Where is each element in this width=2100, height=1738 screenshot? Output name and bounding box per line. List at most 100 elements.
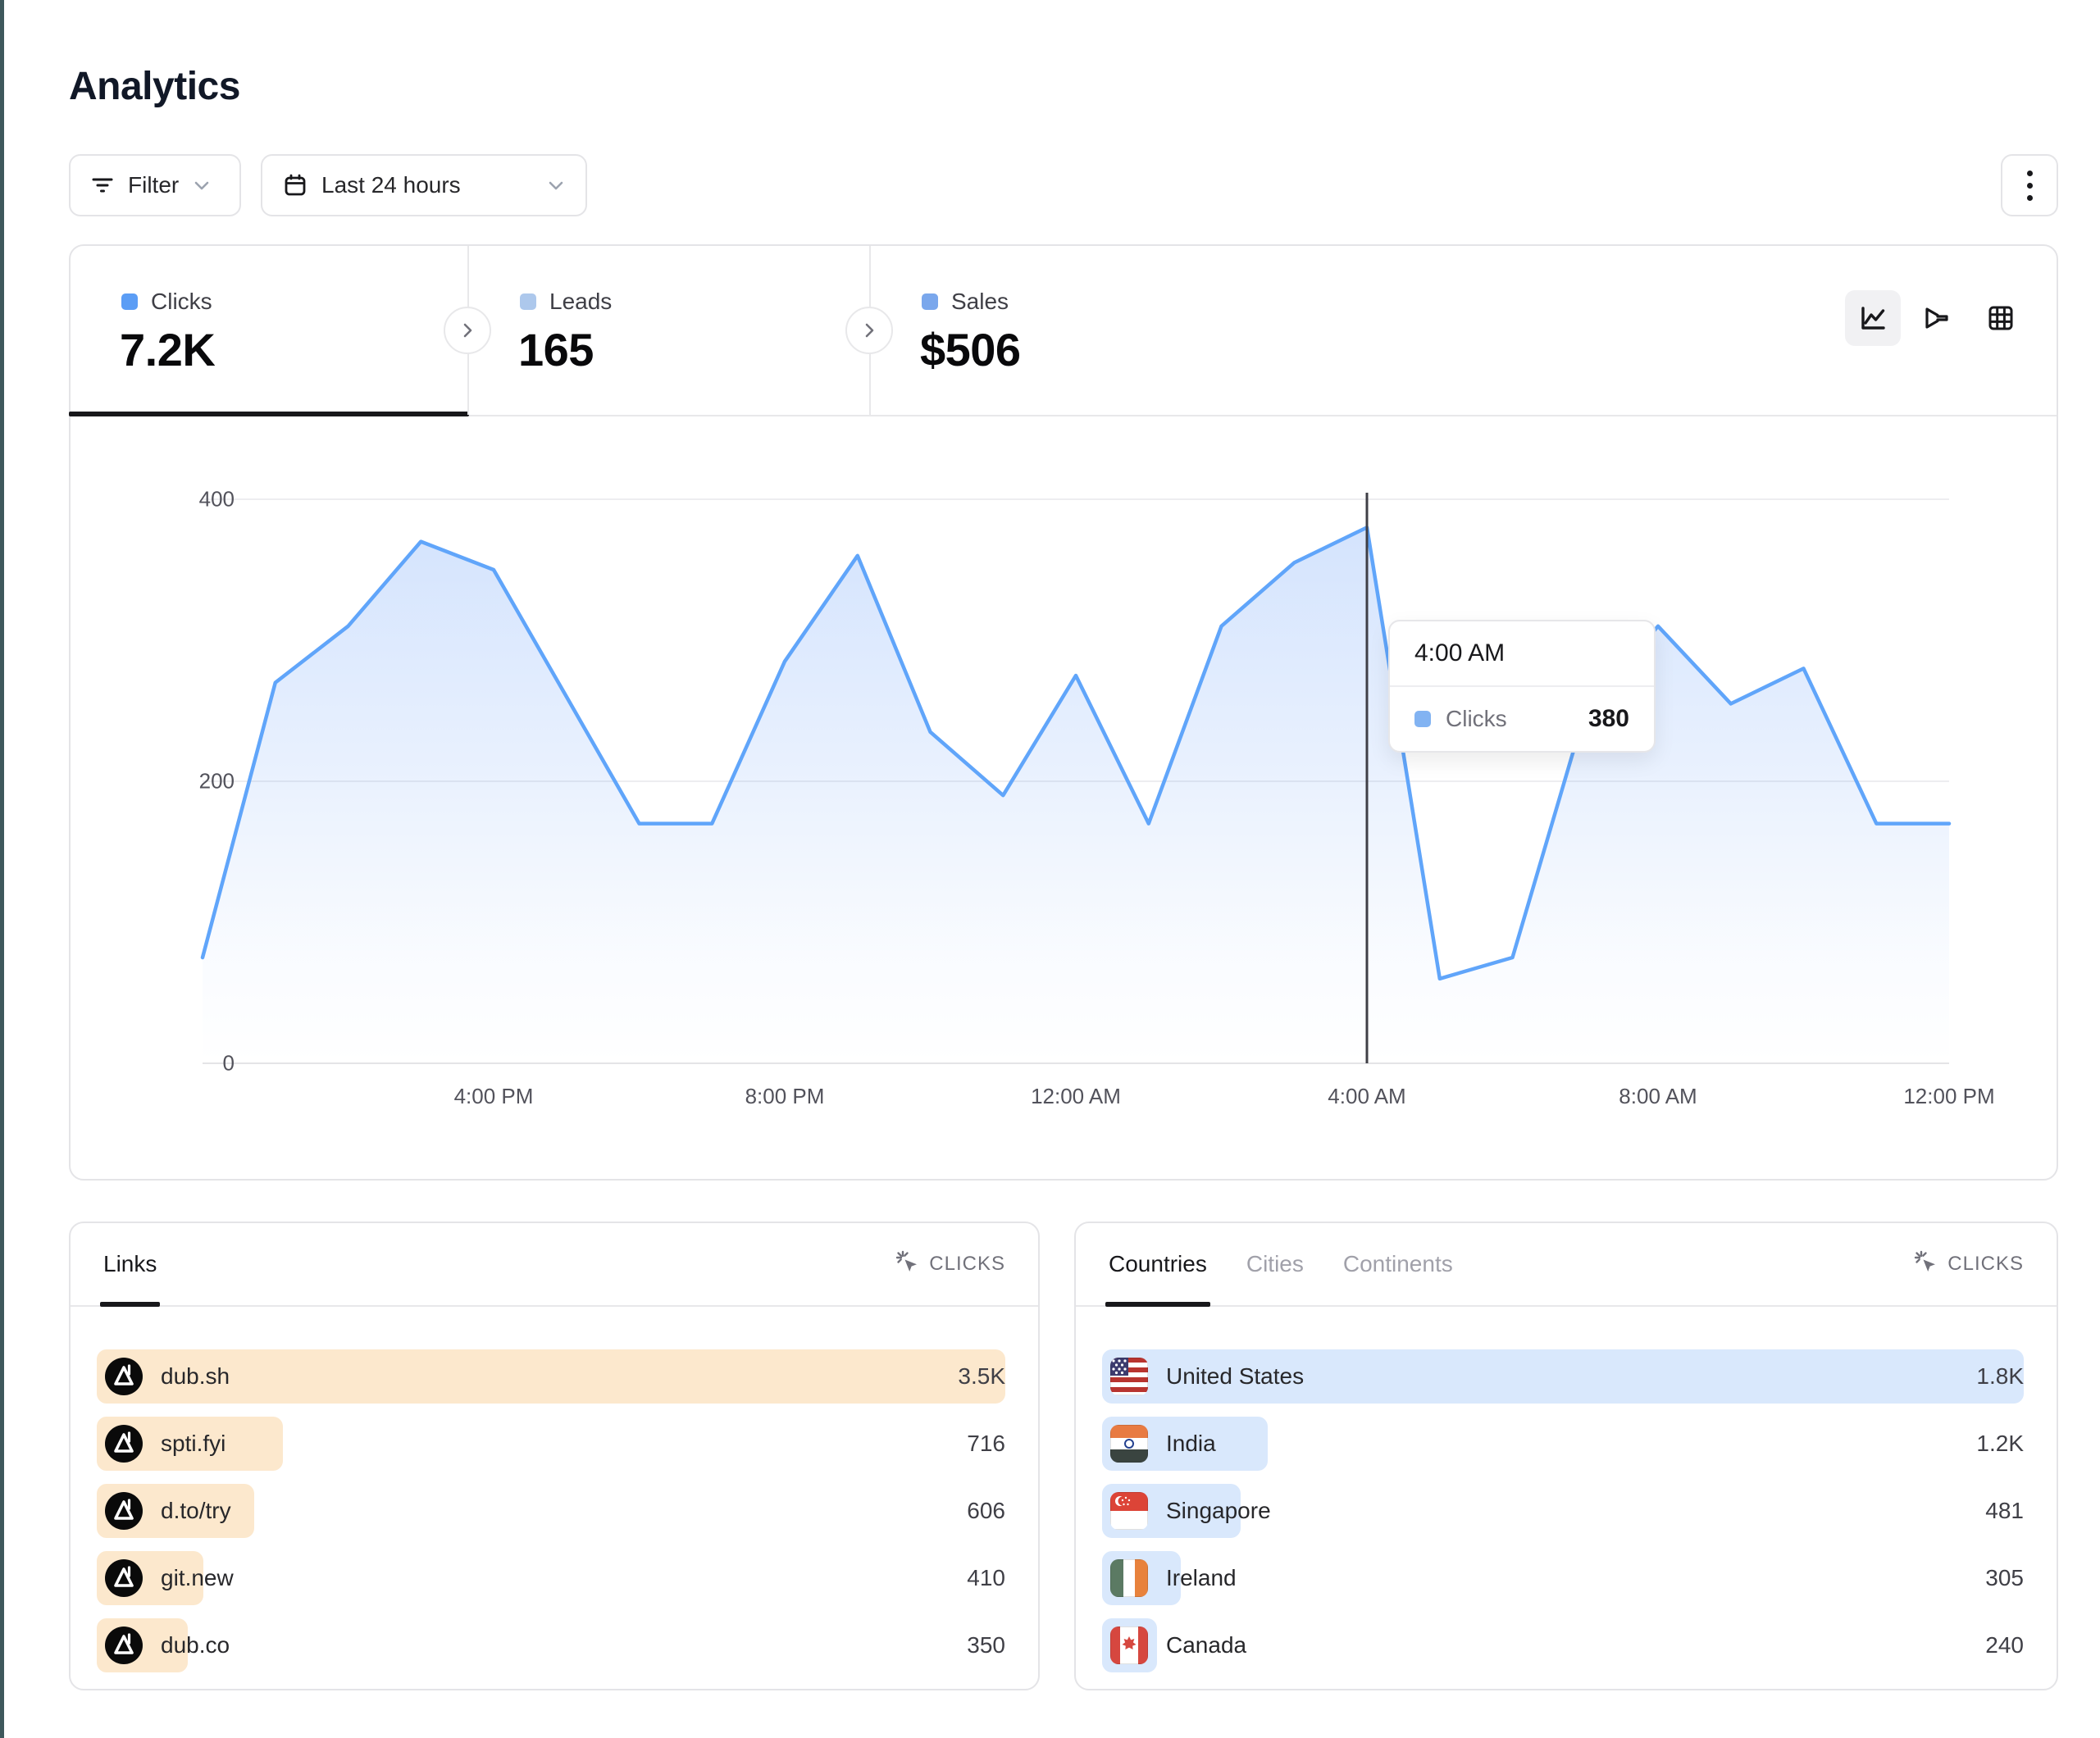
- list-item-label: git.new: [161, 1565, 234, 1591]
- dub-logo-icon: [105, 1425, 143, 1463]
- dub-logo-icon: [105, 1627, 143, 1664]
- country-row-ireland[interactable]: Ireland 305: [1102, 1551, 2024, 1605]
- countries-list: United States 1.8K India 1.2K Sing: [1102, 1349, 2024, 1686]
- filter-bars-icon: [90, 173, 115, 198]
- stat-tab-sales[interactable]: Sales $506: [871, 246, 1273, 415]
- dub-logo-icon: [105, 1492, 143, 1530]
- list-item-label: United States: [1166, 1363, 1304, 1390]
- countries-metric-toggle[interactable]: CLICKS: [1913, 1249, 2024, 1280]
- tooltip-series-label: Clicks: [1446, 706, 1574, 732]
- tab-links[interactable]: Links: [103, 1223, 157, 1305]
- table-view-button[interactable]: [1973, 290, 2029, 346]
- line-chart-view-button[interactable]: [1845, 290, 1901, 346]
- stat-label: Sales: [951, 289, 1009, 315]
- table-grid-icon: [1986, 303, 2016, 333]
- stat-value: 165: [518, 323, 594, 376]
- chevron-down-icon: [546, 175, 566, 195]
- kebab-dot: [2027, 195, 2033, 201]
- link-row-git-new[interactable]: git.new 410: [97, 1551, 1005, 1605]
- dub-logo-icon: [105, 1559, 143, 1597]
- kebab-dot: [2027, 171, 2033, 176]
- cursor-click-icon-slot: [1913, 1249, 1938, 1280]
- chevron-right-icon: [458, 321, 476, 339]
- clicks-area-chart[interactable]: 0200400 4:00 PM8:00 PM12:00 AM4:00 AM8:0…: [71, 415, 2057, 1182]
- links-panel: Links CLICKS dub.sh 3.5K: [69, 1222, 1040, 1690]
- flag-us-icon: [1110, 1358, 1148, 1395]
- expand-leads-button[interactable]: [444, 307, 491, 354]
- list-item-value: 410: [967, 1551, 1005, 1605]
- date-range-label: Last 24 hours: [321, 172, 461, 198]
- chart-tooltip: 4:00 AM Clicks 380: [1388, 620, 1656, 753]
- stat-tab-clicks[interactable]: Clicks 7.2K: [71, 246, 467, 415]
- active-tab-indicator: [100, 1302, 160, 1307]
- y-axis-tick: 0: [79, 1051, 235, 1076]
- canada-flag-icon: [1110, 1627, 1148, 1664]
- link-row-d-to-try[interactable]: d.to/try 606: [97, 1484, 1005, 1538]
- list-item-value: 350: [967, 1618, 1005, 1672]
- link-row-dub-co[interactable]: dub.co 350: [97, 1618, 1005, 1672]
- india-flag-icon: [1110, 1425, 1148, 1463]
- y-axis-tick: 200: [79, 769, 235, 794]
- flag-in-icon: [1110, 1425, 1148, 1463]
- list-item-value: 1.2K: [1976, 1417, 2024, 1471]
- cursor-click-icon: [1913, 1249, 1938, 1274]
- value-bar: [97, 1349, 1005, 1404]
- link-row-dub-sh[interactable]: dub.sh 3.5K: [97, 1349, 1005, 1404]
- leads-legend-square: [520, 293, 536, 310]
- list-item-value: 716: [967, 1417, 1005, 1471]
- country-row-canada[interactable]: Canada 240: [1102, 1618, 2024, 1672]
- tab-cities-label: Cities: [1246, 1251, 1304, 1277]
- cursor-click-icon: [895, 1249, 919, 1274]
- expand-sales-button[interactable]: [845, 307, 893, 354]
- flag-ie-icon: [1110, 1559, 1148, 1597]
- cursor-click-icon-slot: [895, 1249, 919, 1280]
- stat-value: $506: [920, 323, 1021, 376]
- date-range-button[interactable]: Last 24 hours: [261, 154, 587, 216]
- country-row-singapore[interactable]: Singapore 481: [1102, 1484, 2024, 1538]
- x-axis-tick: 8:00 PM: [745, 1084, 825, 1109]
- dub-logo-icon: [105, 1627, 143, 1664]
- more-options-button[interactable]: [2001, 154, 2058, 216]
- tooltip-value: 380: [1588, 705, 1629, 733]
- tab-cities[interactable]: Cities: [1246, 1223, 1304, 1305]
- countries-metric-label: CLICKS: [1947, 1253, 2024, 1276]
- us-flag-icon: [1110, 1358, 1148, 1395]
- tab-continents-label: Continents: [1343, 1251, 1453, 1277]
- list-item-label: Singapore: [1166, 1498, 1271, 1524]
- chart-view-switcher: [1845, 290, 2029, 346]
- list-item-value: 305: [1985, 1551, 2024, 1605]
- list-item-value: 240: [1985, 1618, 2024, 1672]
- x-axis-tick: 4:00 AM: [1328, 1084, 1405, 1109]
- list-item-label: dub.sh: [161, 1363, 230, 1390]
- stat-tab-leads[interactable]: Leads 165: [469, 246, 869, 415]
- tab-links-label: Links: [103, 1251, 157, 1277]
- filter-button[interactable]: Filter: [69, 154, 241, 216]
- ireland-flag-icon: [1110, 1559, 1148, 1597]
- kebab-dot: [2027, 183, 2033, 189]
- tab-continents[interactable]: Continents: [1343, 1223, 1453, 1305]
- links-panel-header: Links CLICKS: [71, 1223, 1038, 1307]
- links-list: dub.sh 3.5K spti.fyi 716 d.to/try 606: [97, 1349, 1005, 1686]
- sales-legend-square: [922, 293, 938, 310]
- dub-logo-icon: [105, 1492, 143, 1530]
- links-metric-label: CLICKS: [929, 1253, 1005, 1276]
- tab-countries[interactable]: Countries: [1109, 1223, 1207, 1305]
- chevron-right-icon: [860, 321, 878, 339]
- analytics-card: Clicks 7.2K Leads 165 Sales $506: [69, 244, 2058, 1181]
- area-chart-svg: [71, 415, 2057, 1182]
- funnel-view-button[interactable]: [1909, 290, 1965, 346]
- stats-row: Clicks 7.2K Leads 165 Sales $506: [71, 246, 2057, 416]
- dub-logo-icon: [105, 1358, 143, 1395]
- list-item-value: 1.8K: [1976, 1349, 2024, 1404]
- calendar-icon: [282, 172, 308, 198]
- link-row-spti-fyi[interactable]: spti.fyi 716: [97, 1417, 1005, 1471]
- list-item-value: 3.5K: [958, 1349, 1005, 1404]
- x-axis-tick: 4:00 PM: [454, 1084, 534, 1109]
- country-row-india[interactable]: India 1.2K: [1102, 1417, 2024, 1471]
- country-row-united-states[interactable]: United States 1.8K: [1102, 1349, 2024, 1404]
- list-item-value: 606: [967, 1484, 1005, 1538]
- dub-logo-icon: [105, 1425, 143, 1463]
- y-axis-tick: 400: [79, 487, 235, 512]
- links-metric-toggle[interactable]: CLICKS: [895, 1249, 1005, 1280]
- x-axis-tick: 12:00 PM: [1903, 1084, 1994, 1109]
